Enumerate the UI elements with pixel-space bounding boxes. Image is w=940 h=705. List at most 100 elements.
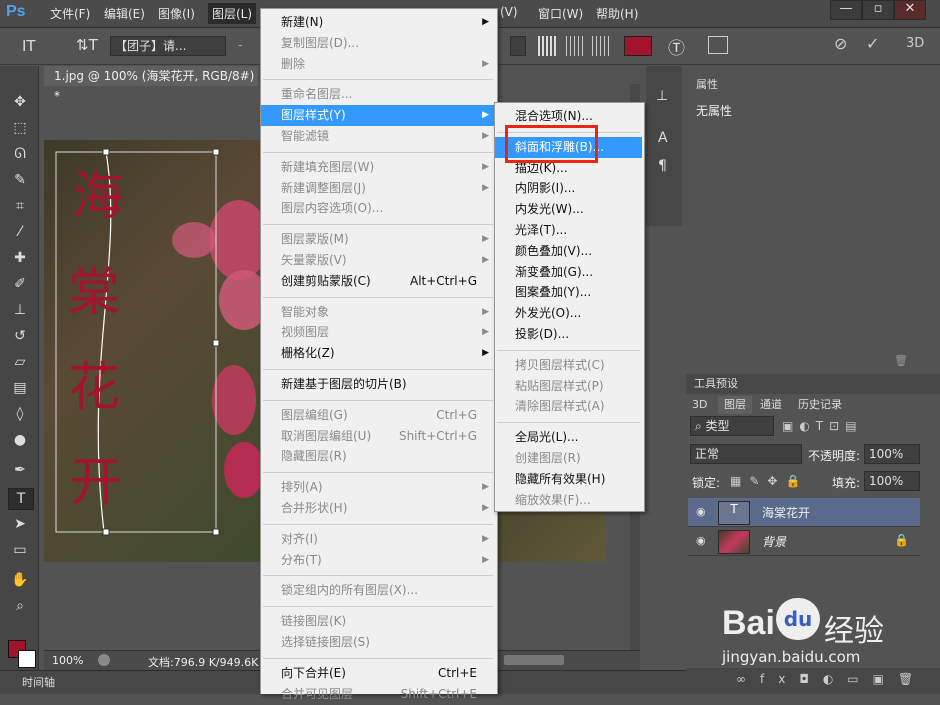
zoom-level[interactable]: 100% (52, 654, 83, 667)
align-right-icon[interactable] (592, 36, 610, 56)
visibility-eye-icon[interactable]: ◉ (696, 505, 706, 518)
menu-image[interactable]: 图像(I) (158, 5, 195, 22)
layer-menu-item[interactable]: 隐藏图层(R) (261, 446, 495, 467)
zoom-tool-icon[interactable]: ⌕ (8, 596, 32, 616)
style-submenu-item[interactable]: 颜色叠加(V)... (495, 241, 642, 262)
menu-help[interactable]: 帮助(H) (596, 5, 638, 22)
layer-menu-item[interactable]: 智能对象 ▶ (261, 302, 495, 323)
style-submenu-item[interactable]: 隐藏所有效果(H) (495, 469, 642, 490)
dodge-tool-icon[interactable]: ● (8, 430, 32, 450)
style-submenu-item[interactable]: 全局光(L)... (495, 427, 642, 448)
visibility-eye-icon[interactable]: ◉ (696, 534, 706, 547)
text-color-swatch[interactable] (624, 36, 652, 56)
layer-name[interactable]: 海棠花开 (762, 504, 810, 521)
style-submenu-item[interactable]: 描边(K)... (495, 158, 642, 179)
restore-button[interactable]: ▫ (862, 0, 894, 20)
fill-input[interactable]: 100% (864, 471, 920, 491)
layer-menu-item[interactable]: 合并形状(H) ▶ (261, 498, 495, 519)
character-panel-icon[interactable] (708, 36, 728, 54)
stamp-panel-icon[interactable]: ⊥ (656, 88, 668, 104)
stamp-tool-icon[interactable]: ⊥ (8, 300, 32, 320)
3d-button[interactable]: 3D (906, 36, 924, 51)
style-submenu-item[interactable]: 缩放效果(F)... (495, 490, 642, 511)
layer-menu-item[interactable]: 新建填充图层(W) ▶ (261, 157, 495, 178)
history-brush-icon[interactable]: ↺ (8, 326, 32, 346)
layer-menu-item[interactable]: 重命名图层... (261, 84, 495, 105)
path-select-icon[interactable]: ➤ (8, 514, 32, 534)
layer-menu-item[interactable]: 新建基于图层的切片(B) (261, 374, 495, 395)
tab-channels[interactable]: 通道 (760, 396, 782, 414)
font-family-select[interactable]: 【团子】请... (110, 36, 226, 56)
layer-menu-item[interactable]: 矢量蒙版(V) ▶ (261, 250, 495, 271)
layer-menu-item[interactable]: 合并可见图层 Shift+Ctrl+E (261, 684, 495, 705)
background-color-swatch[interactable] (18, 650, 36, 668)
layer-menu-item[interactable]: 新建(N) ▶ (261, 12, 495, 33)
layer-menu-item[interactable]: 图层样式(Y) ▶ (261, 105, 495, 127)
move-tool-icon[interactable]: ✥ (8, 92, 32, 112)
commit-check-icon[interactable]: ✓ (866, 34, 879, 53)
style-submenu-item[interactable]: 外发光(O)... (495, 303, 642, 324)
properties-tab[interactable]: 属性 (690, 76, 724, 94)
tool-presets-tab[interactable]: 工具预设 (694, 375, 738, 393)
quick-select-icon[interactable]: ✎ (8, 170, 32, 190)
style-submenu-item[interactable]: 创建图层(R) (495, 448, 642, 469)
layer-filter-select[interactable]: ⌕ 类型 (690, 416, 774, 436)
layer-menu-item[interactable]: 栅格化(Z) ▶ (261, 343, 495, 364)
font-style-dash[interactable]: - (238, 38, 242, 52)
text-orientation-icon[interactable]: ⇅T (76, 36, 98, 54)
layer-menu-item[interactable]: 取消图层编组(U) Shift+Ctrl+G (261, 426, 495, 447)
healing-brush-icon[interactable]: ✚ (8, 248, 32, 268)
layer-menu-item[interactable]: 复制图层(D)... (261, 33, 495, 54)
size-dropdown[interactable] (510, 36, 526, 56)
style-submenu-item[interactable]: 粘贴图层样式(P) (495, 376, 642, 397)
tab-history[interactable]: 历史记录 (798, 396, 842, 414)
crop-tool-icon[interactable]: ⌗ (8, 196, 32, 216)
layer-menu-item[interactable]: 分布(T) ▶ (261, 550, 495, 571)
layer-menu-item[interactable]: 视频图层 ▶ (261, 322, 495, 343)
gradient-tool-icon[interactable]: ▤ (8, 378, 32, 398)
opacity-input[interactable]: 100% (864, 444, 920, 464)
lasso-tool-icon[interactable]: ᘏ (8, 144, 32, 164)
menu-edit[interactable]: 编辑(E) (104, 5, 145, 22)
layer-menu-item[interactable]: 选择链接图层(S) (261, 632, 495, 653)
style-submenu-item[interactable]: 清除图层样式(A) (495, 396, 642, 417)
style-submenu-item[interactable]: 图案叠加(Y)... (495, 282, 642, 303)
style-submenu-item[interactable]: 投影(D)... (495, 324, 642, 345)
marquee-tool-icon[interactable]: ⬚ (8, 118, 32, 138)
status-info-icon[interactable] (98, 654, 110, 666)
align-left-icon[interactable] (538, 36, 558, 56)
cancel-icon[interactable]: ⊘ (834, 34, 847, 53)
layer-name[interactable]: 背景 (762, 533, 786, 550)
blur-tool-icon[interactable]: ◊ (8, 404, 32, 424)
horizontal-scrollbar[interactable] (504, 655, 564, 665)
menu-window[interactable]: 窗口(W) (538, 5, 583, 22)
text-tool-icon[interactable]: IT (22, 37, 36, 55)
blend-mode-select[interactable]: 正常 (690, 444, 802, 464)
lock-icons[interactable]: ▦✎✥🔒 (730, 474, 808, 488)
layer-menu-item[interactable]: 图层内容选项(O)... (261, 198, 495, 219)
pen-tool-icon[interactable]: ✒ (8, 460, 32, 480)
hand-tool-icon[interactable]: ✋ (8, 570, 32, 590)
shape-tool-icon[interactable]: ▭ (8, 540, 32, 560)
menu-file[interactable]: 文件(F) (50, 5, 90, 22)
layer-filter-icons[interactable]: ▣◐T⊡▤ (782, 419, 863, 433)
brush-tool-icon[interactable]: ✐ (8, 274, 32, 294)
layer-menu-item[interactable]: 创建剪贴蒙版(C) Alt+Ctrl+G (261, 271, 495, 292)
type-tool-icon[interactable]: T (8, 488, 34, 510)
timeline-tab[interactable]: 时间轴 (22, 674, 55, 690)
align-center-icon[interactable] (566, 36, 586, 56)
eyedropper-icon[interactable]: ⁄ (8, 222, 32, 242)
style-submenu-item[interactable]: 渐变叠加(G)... (495, 262, 642, 283)
document-tab[interactable]: 1.jpg @ 100% (海棠花开, RGB/8#) * (44, 66, 258, 103)
style-submenu-item[interactable]: 内发光(W)... (495, 199, 642, 220)
style-submenu-item[interactable]: 内阴影(I)... (495, 178, 642, 199)
layer-row-text[interactable]: ◉ T 海棠花开 (688, 498, 920, 527)
menu-view[interactable]: (V) (500, 5, 518, 19)
trash-icon[interactable]: 🗑 (894, 354, 908, 367)
close-button[interactable]: ✕ (894, 0, 926, 20)
character-icon[interactable]: A (658, 130, 668, 146)
tab-3d[interactable]: 3D (692, 396, 707, 414)
tab-layers[interactable]: 图层 (718, 396, 752, 414)
layer-menu-item[interactable]: 向下合并(E) Ctrl+E (261, 663, 495, 684)
style-submenu-item[interactable]: 混合选项(N)... (495, 106, 642, 127)
